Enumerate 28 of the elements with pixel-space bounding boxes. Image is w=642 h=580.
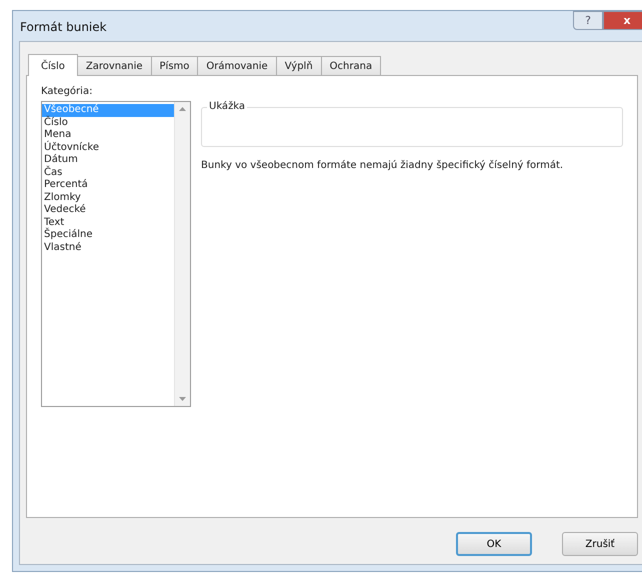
description-text: Bunky vo všeobecnom formáte nemajú žiadny špecifický číselný formát.	[201, 159, 564, 172]
category-item[interactable]: Mena	[42, 129, 174, 142]
help-button[interactable]: ?	[573, 11, 603, 30]
preview-label: Ukážka	[207, 101, 248, 112]
category-label: Kategória:	[41, 86, 94, 97]
dialog-button[interactable]: Zrušiť	[562, 532, 638, 556]
category-item[interactable]: Účtovnícke	[42, 142, 174, 154]
scroll-down-icon[interactable]	[179, 397, 186, 401]
scrollbar[interactable]	[174, 102, 190, 406]
category-item[interactable]: Zlomky	[42, 192, 174, 204]
category-item[interactable]: Čas	[42, 166, 174, 179]
category-item[interactable]: Špeciálne	[42, 229, 174, 242]
category-item[interactable]: Percentá	[42, 179, 174, 192]
scroll-up-icon[interactable]	[179, 107, 186, 111]
category-item[interactable]: Text	[42, 216, 174, 229]
tab[interactable]: Ochrana	[320, 56, 382, 75]
tab[interactable]: Číslo	[28, 54, 78, 76]
tab[interactable]: Zarovnanie	[76, 56, 152, 75]
category-item[interactable]: Vlastné	[42, 242, 174, 254]
dialog-button[interactable]: OK	[456, 532, 532, 556]
close-button[interactable]: x	[603, 11, 642, 30]
category-item[interactable]: Číslo	[42, 116, 174, 129]
category-item[interactable]: Dátum	[42, 154, 174, 166]
tab[interactable]: Výplň	[276, 56, 322, 75]
tab[interactable]: Písmo	[150, 56, 198, 75]
category-item[interactable]: Vedecké	[42, 204, 174, 216]
window-title: Formát buniek	[20, 20, 107, 34]
tab[interactable]: Orámovanie	[197, 56, 277, 75]
